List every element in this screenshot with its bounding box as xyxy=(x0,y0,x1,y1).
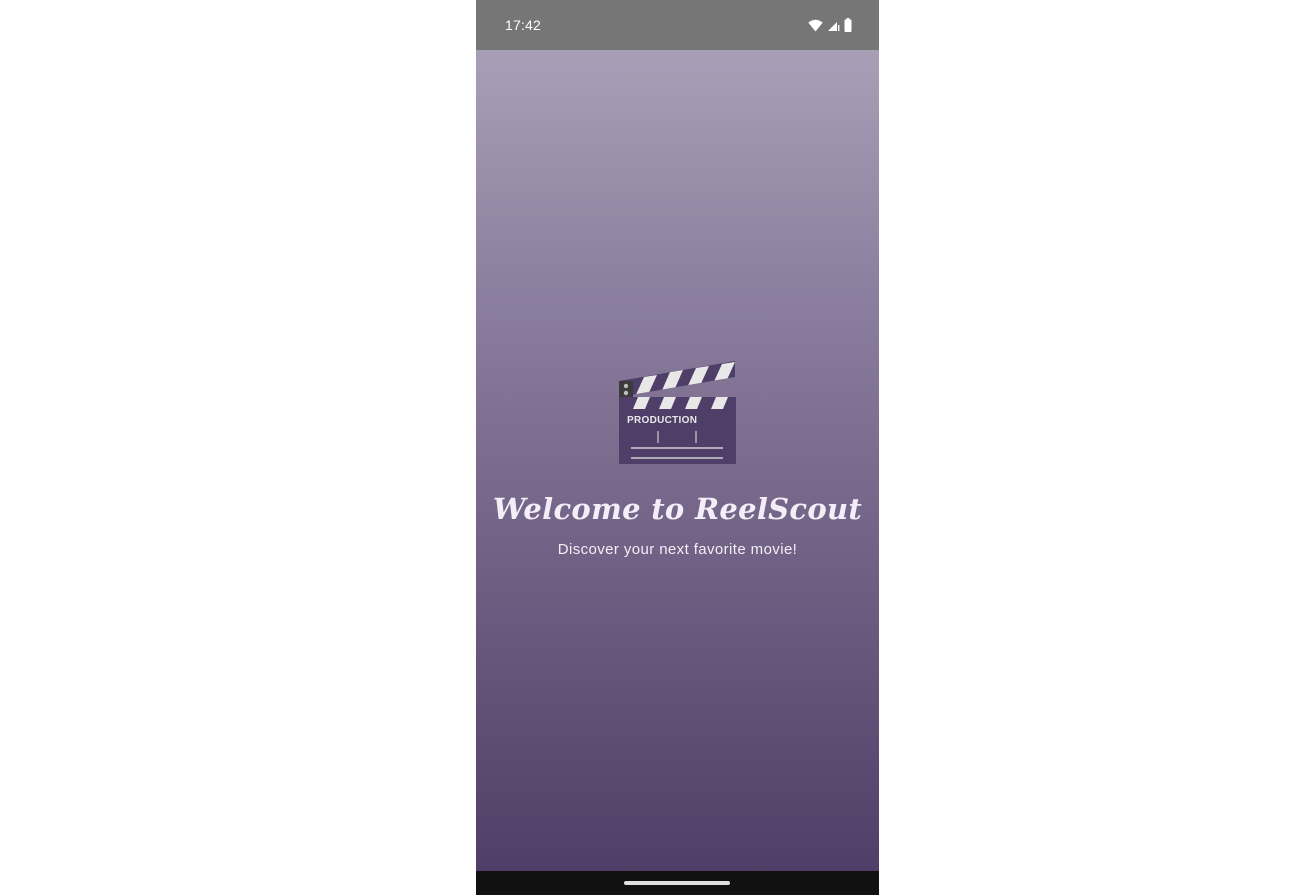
battery-icon xyxy=(844,18,852,32)
wifi-icon xyxy=(808,19,823,32)
home-indicator[interactable] xyxy=(624,881,730,885)
splash-screen: PRODUCTION Welcome to ReelScout Discover… xyxy=(476,50,879,871)
clapperboard-icon: PRODUCTION xyxy=(616,359,738,465)
status-time: 17:42 xyxy=(505,17,542,33)
status-bar: 17:42 xyxy=(476,0,879,50)
cellular-signal-icon xyxy=(827,19,840,32)
clapperboard-label: PRODUCTION xyxy=(627,415,697,426)
welcome-subtitle: Discover your next favorite movie! xyxy=(557,541,798,558)
phone-screen: 17:42 PRODUCTION Welcome to ReelScout Di… xyxy=(476,0,879,895)
status-icons xyxy=(808,17,852,33)
navigation-bar xyxy=(476,871,879,895)
welcome-title: Welcome to ReelScout xyxy=(492,492,863,526)
